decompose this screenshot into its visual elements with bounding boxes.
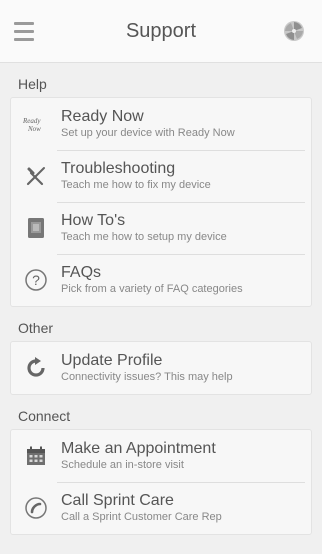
section-label-help: Help — [18, 76, 47, 92]
help-group: Ready Now Ready Now Set up your device w… — [10, 97, 312, 307]
item-title: Update Profile — [61, 352, 163, 369]
list-item-texts: Update Profile Connectivity issues? This… — [61, 352, 233, 384]
top-app-bar: Support — [0, 0, 322, 63]
list-item-update-profile[interactable]: Update Profile Connectivity issues? This… — [11, 342, 311, 394]
section-label-connect: Connect — [18, 408, 71, 424]
item-subtitle: Connectivity issues? This may help — [61, 371, 233, 383]
other-group: Update Profile Connectivity issues? This… — [10, 341, 312, 395]
item-subtitle: Call a Sprint Customer Care Rep — [61, 511, 222, 523]
list-item-texts: Ready Now Set up your device with Ready … — [61, 108, 235, 140]
list-item-texts: Troubleshooting Teach me how to fix my d… — [61, 160, 211, 192]
list-item-ready-now[interactable]: Ready Now Ready Now Set up your device w… — [11, 98, 311, 150]
item-title: Call Sprint Care — [61, 492, 174, 509]
item-title: FAQs — [61, 264, 102, 281]
device-icon — [19, 211, 53, 245]
list-item-texts: Call Sprint Care Call a Sprint Customer … — [61, 492, 222, 524]
item-title: How To's — [61, 212, 126, 229]
list-item-troubleshooting[interactable]: Troubleshooting Teach me how to fix my d… — [11, 150, 311, 202]
section-label-other: Other — [18, 320, 54, 336]
svg-text:Now: Now — [27, 125, 41, 133]
svg-text:?: ? — [32, 272, 40, 288]
item-subtitle: Schedule an in-store visit — [61, 459, 184, 471]
item-title: Make an Appointment — [61, 440, 216, 457]
item-subtitle: Pick from a variety of FAQ categories — [61, 283, 243, 295]
item-subtitle: Teach me how to setup my device — [61, 231, 227, 243]
list-item-texts: FAQs Pick from a variety of FAQ categori… — [61, 264, 243, 296]
item-subtitle: Set up your device with Ready Now — [61, 127, 235, 139]
connect-group: Make an Appointment Schedule an in-store… — [10, 429, 312, 535]
list-item-make-appointment[interactable]: Make an Appointment Schedule an in-store… — [11, 430, 311, 482]
refresh-arrow-icon — [19, 351, 53, 385]
list-item-call-sprint-care[interactable]: Call Sprint Care Call a Sprint Customer … — [11, 482, 311, 534]
list-item-texts: How To's Teach me how to setup my device — [61, 212, 227, 244]
page-title: Support — [125, 19, 197, 42]
tools-icon — [19, 159, 53, 193]
svg-text:Ready: Ready — [22, 117, 41, 125]
list-item-faqs[interactable]: ? FAQs Pick from a variety of FAQ catego… — [11, 254, 311, 306]
item-subtitle: Teach me how to fix my device — [61, 179, 211, 191]
item-title: Troubleshooting — [61, 160, 176, 177]
item-title: Ready Now — [61, 108, 144, 125]
ready-now-logo-icon: Ready Now — [19, 107, 53, 141]
question-circle-icon: ? — [19, 263, 53, 297]
phone-icon — [19, 491, 53, 525]
support-screen: Support Help Ready Now Ready Now Set up … — [0, 0, 322, 554]
list-item-how-tos[interactable]: How To's Teach me how to setup my device — [11, 202, 311, 254]
list-item-texts: Make an Appointment Schedule an in-store… — [61, 440, 216, 472]
calendar-icon — [19, 439, 53, 473]
